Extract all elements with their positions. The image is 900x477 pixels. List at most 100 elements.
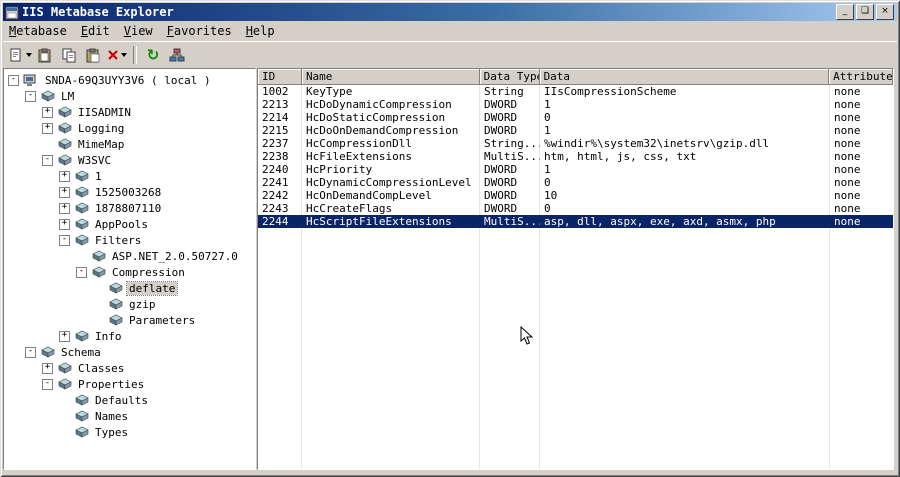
column-header-data-type[interactable]: Data Type (479, 69, 540, 85)
tree-item-label[interactable]: LM (59, 90, 76, 103)
minimize-button[interactable]: _ (836, 4, 854, 20)
new-key-dropdown-icon[interactable] (26, 53, 32, 57)
menu-edit[interactable]: Edit (75, 23, 118, 40)
connect-network-button[interactable] (166, 44, 188, 66)
tree-item-asp-net-2-0-50727-0[interactable]: ASP.NET_2.0.50727.0 (4, 248, 255, 264)
collapse-icon[interactable]: - (76, 266, 87, 278)
tree-item-1878807110[interactable]: +1878807110 (4, 200, 255, 216)
tree-item-defaults[interactable]: Defaults (4, 392, 255, 408)
column-header-name[interactable]: Name (301, 69, 480, 85)
expand-icon[interactable]: + (59, 330, 70, 342)
table-row-2242[interactable]: 2242 HcOnDemandCompLevel DWORD 10 none (258, 189, 893, 202)
tree-item-label[interactable]: IISADMIN (76, 106, 133, 119)
collapse-icon[interactable]: - (59, 234, 70, 246)
expand-icon[interactable]: + (42, 362, 53, 374)
metabase-key-icon (57, 106, 72, 118)
table-row-1002[interactable]: 1002 KeyType String IIsCompressionScheme non… (258, 85, 893, 98)
metabase-key-icon (57, 378, 72, 390)
collapse-icon[interactable]: - (8, 74, 19, 86)
tree-item-label[interactable]: AppPools (93, 218, 150, 231)
table-row-2240[interactable]: 2240 HcPriority DWORD 1 none (258, 163, 893, 176)
tree-item-label[interactable]: 1 (93, 170, 104, 183)
expand-icon[interactable]: + (59, 186, 70, 198)
tree-item-mimemap[interactable]: MimeMap (4, 136, 255, 152)
table-row-2215[interactable]: 2215 HcDoOnDemandCompression DWORD 1 none (258, 124, 893, 137)
expand-icon[interactable]: + (59, 202, 70, 214)
tree-item-label[interactable]: Compression (110, 266, 187, 279)
tree-item-label[interactable]: Schema (59, 346, 103, 359)
paste-button[interactable] (82, 44, 104, 66)
delete-dropdown-icon[interactable] (121, 53, 127, 57)
tree-item-properties[interactable]: - Properties (4, 376, 255, 392)
tree-item-compression[interactable]: - Compression (4, 264, 255, 280)
tree-item-lm[interactable]: - LM (4, 88, 255, 104)
menu-view[interactable]: View (118, 23, 161, 40)
title-bar[interactable]: IIS Metabase Explorer _ ❏ × (3, 3, 897, 21)
tree-item-label[interactable]: Logging (76, 122, 126, 135)
tree-item-names[interactable]: Names (4, 408, 255, 424)
tree-item-snda-69q3uyy3v6-local[interactable]: - SNDA-69Q3UYY3V6 ( local ) (4, 72, 255, 88)
tree-item-w3svc[interactable]: - W3SVC (4, 152, 255, 168)
collapse-icon[interactable]: - (42, 378, 53, 390)
expand-icon[interactable]: + (42, 106, 53, 118)
tree-item-classes[interactable]: + Classes (4, 360, 255, 376)
collapse-icon[interactable]: - (25, 346, 36, 358)
tree-item-label[interactable]: SNDA-69Q3UYY3V6 ( local ) (43, 74, 213, 87)
delete-button[interactable] (106, 44, 128, 66)
expand-icon[interactable]: + (42, 122, 53, 134)
tree-item-label[interactable]: Types (93, 426, 130, 439)
tree-item-iisadmin[interactable]: + IISADMIN (4, 104, 255, 120)
close-button[interactable]: × (876, 4, 894, 20)
table-row-2244[interactable]: 2244 HcScriptFileExtensions MultiS... asp, … (258, 215, 893, 228)
tree-item-1[interactable]: +1 (4, 168, 255, 184)
tree-item-label[interactable]: Defaults (93, 394, 150, 407)
collapse-icon[interactable]: - (42, 154, 53, 166)
table-row-2241[interactable]: 2241 HcDynamicCompressionLevel DWORD 0 none (258, 176, 893, 189)
table-row-2214[interactable]: 2214 HcDoStaticCompression DWORD 0 none (258, 111, 893, 124)
column-header-attributes[interactable]: Attributes (829, 69, 893, 85)
menu-favorites[interactable]: Favorites (161, 23, 240, 40)
paste-key-button[interactable] (34, 44, 56, 66)
tree-item-label[interactable]: Info (93, 330, 124, 343)
tree-item-gzip[interactable]: gzip (4, 296, 255, 312)
tree-item-label[interactable]: MimeMap (76, 138, 126, 151)
expand-icon[interactable]: + (59, 170, 70, 182)
tree-item-label[interactable]: Filters (93, 234, 143, 247)
tree-item-schema[interactable]: - Schema (4, 344, 255, 360)
refresh-button[interactable]: ↻ (142, 44, 164, 66)
cell-name: HcCreateFlags (306, 202, 393, 215)
tree-item-label[interactable]: Classes (76, 362, 126, 375)
column-header-id[interactable]: ID (258, 69, 302, 85)
tree-item-parameters[interactable]: Parameters (4, 312, 255, 328)
cell-id: 1002 (262, 85, 289, 98)
table-row-2237[interactable]: 2237 HcCompressionDll String... %windir%\sy… (258, 137, 893, 150)
menu-help[interactable]: Help (240, 23, 283, 40)
tree-item-label[interactable]: gzip (127, 298, 158, 311)
tree-item-label[interactable]: W3SVC (76, 154, 113, 167)
tree-item-apppools[interactable]: + AppPools (4, 216, 255, 232)
tree-item-info[interactable]: + Info (4, 328, 255, 344)
tree-item-label[interactable]: deflate (125, 280, 179, 296)
cell-data-type: String... (484, 137, 540, 150)
new-key-button[interactable] (9, 44, 32, 66)
tree-item-logging[interactable]: + Logging (4, 120, 255, 136)
tree-item-filters[interactable]: - Filters (4, 232, 255, 248)
copy-button[interactable] (58, 44, 80, 66)
column-header-data[interactable]: Data (539, 69, 830, 85)
expand-icon[interactable]: + (59, 218, 70, 230)
tree-item-label[interactable]: ASP.NET_2.0.50727.0 (110, 250, 240, 263)
tree-item-label[interactable]: Parameters (127, 314, 197, 327)
tree-item-label[interactable]: Names (93, 410, 130, 423)
tree-item-types[interactable]: Types (4, 424, 255, 440)
tree-item-deflate[interactable]: deflate (4, 280, 255, 296)
tree-item-1525003268[interactable]: +1525003268 (4, 184, 255, 200)
tree-item-label[interactable]: Properties (76, 378, 146, 391)
table-row-2238[interactable]: 2238 HcFileExtensions MultiS... htm, html, … (258, 150, 893, 163)
collapse-icon[interactable]: - (25, 90, 36, 102)
tree-item-label[interactable]: 1878807110 (93, 202, 163, 215)
tree-item-label[interactable]: 1525003268 (93, 186, 163, 199)
menu-metabase[interactable]: Metabase (3, 23, 75, 40)
table-row-2243[interactable]: 2243 HcCreateFlags DWORD 0 none (258, 202, 893, 215)
table-row-2213[interactable]: 2213 HcDoDynamicCompression DWORD 1 none (258, 98, 893, 111)
maximize-button[interactable]: ❏ (856, 4, 874, 20)
